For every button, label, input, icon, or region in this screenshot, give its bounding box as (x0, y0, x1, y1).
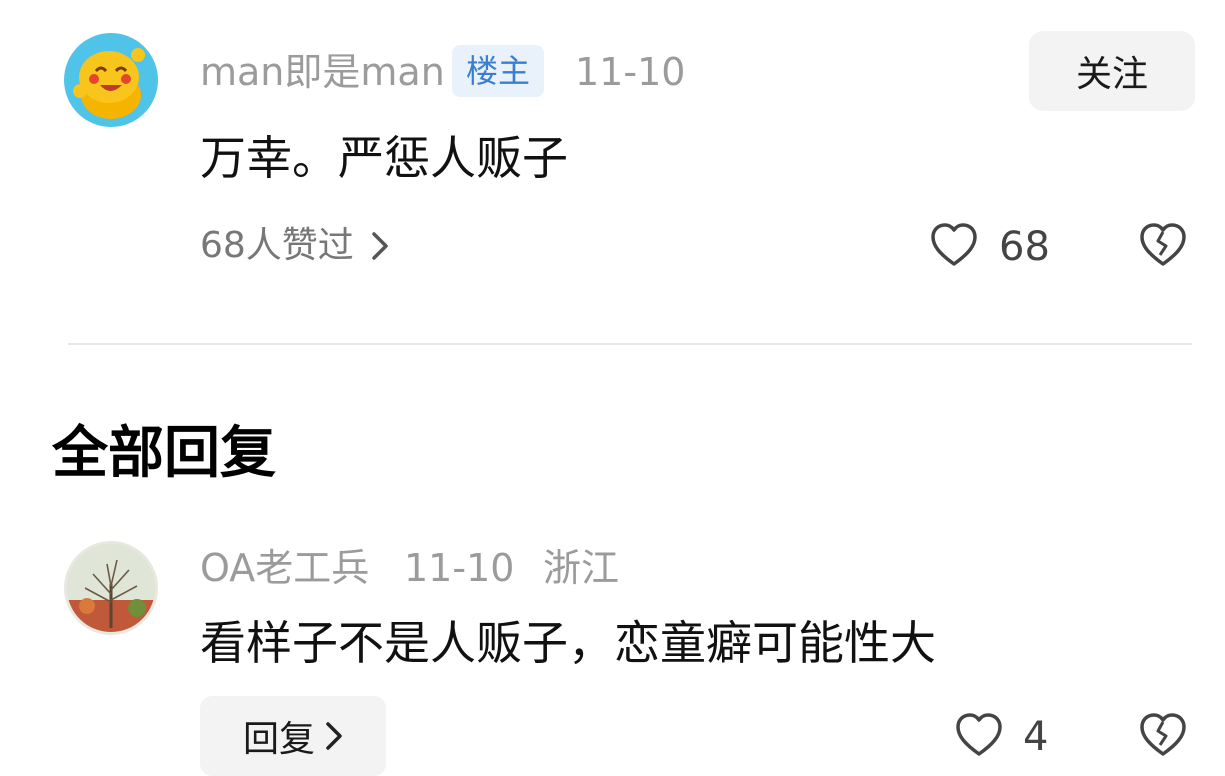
chevron-right-icon (372, 232, 388, 260)
heart-icon (956, 713, 1002, 756)
reply-username[interactable]: OA老工兵 (200, 549, 369, 587)
likes-summary-link[interactable]: 68人赞过 (200, 228, 390, 264)
comment-username[interactable]: man即是man (200, 53, 445, 91)
like-button[interactable] (930, 222, 978, 270)
comment-date: 11-10 (575, 50, 686, 94)
follow-button[interactable]: 关注 (1029, 31, 1195, 111)
likes-summary: 68人赞过 (200, 225, 354, 266)
avatar[interactable] (64, 33, 158, 127)
reply-location: 浙江 (543, 546, 620, 590)
reply-button[interactable]: 回复 (200, 696, 386, 776)
op-badge: 楼主 (452, 45, 545, 97)
divider (68, 343, 1192, 345)
like-button[interactable] (955, 712, 1003, 760)
reply-date: 11-10 (404, 546, 515, 590)
dislike-button[interactable] (1138, 712, 1188, 760)
section-title: 全部回复 (52, 421, 276, 486)
chevron-right-icon (326, 722, 342, 750)
avatar[interactable] (64, 541, 158, 635)
reply-text: 看样子不是人贩子，恋童癖可能性大 (200, 616, 936, 670)
heart-icon (931, 223, 977, 266)
comment-text: 万幸。严惩人贩子 (200, 131, 568, 185)
dislike-button[interactable] (1138, 222, 1188, 270)
broken-heart-icon (1140, 713, 1186, 756)
reply-like-count: 4 (1023, 714, 1049, 760)
comment-like-count: 68 (999, 224, 1050, 270)
reply-label: 回复 (242, 719, 315, 760)
follow-label: 关注 (1075, 54, 1148, 95)
broken-heart-icon (1140, 223, 1186, 266)
